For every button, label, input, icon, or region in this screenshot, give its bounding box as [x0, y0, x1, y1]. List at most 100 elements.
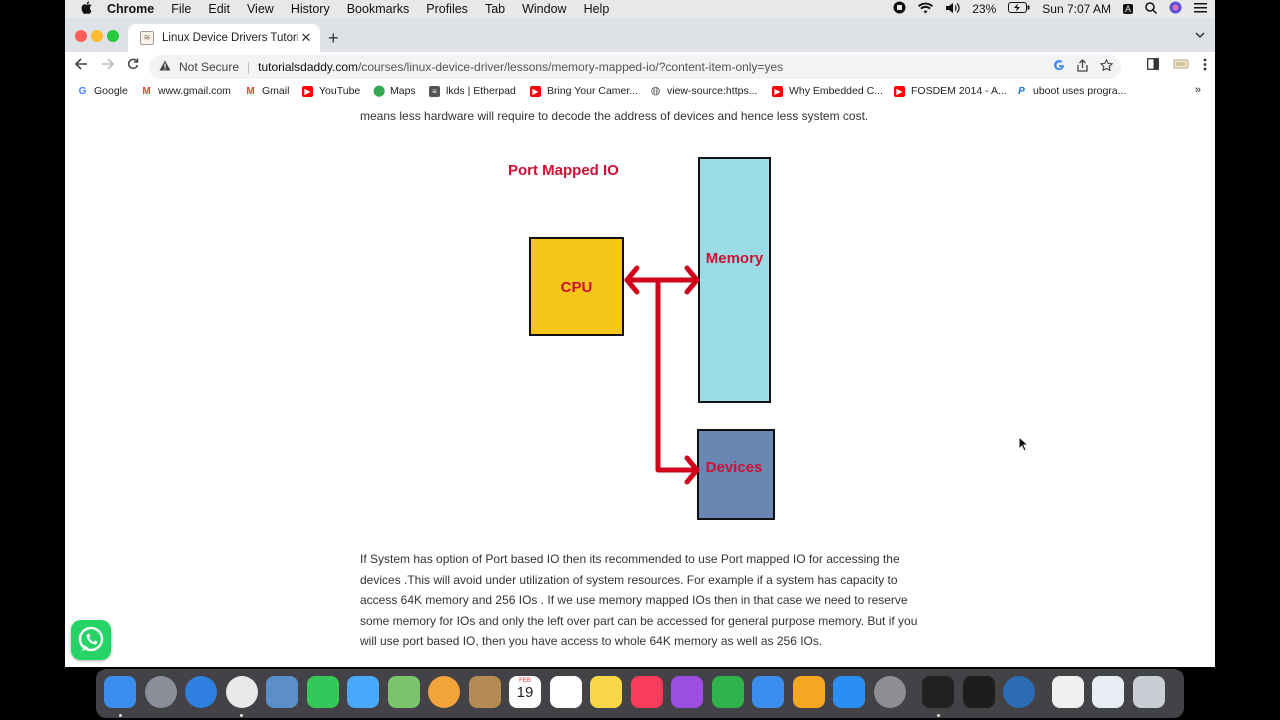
messages-icon[interactable]	[347, 676, 379, 708]
music-icon[interactable]	[630, 676, 663, 708]
bookmark-fosdem[interactable]: ▶ FOSDEM 2014 - A...	[894, 85, 1007, 97]
contacts-icon[interactable]	[468, 676, 501, 708]
whatsapp-icon	[78, 626, 104, 652]
volume-icon[interactable]	[945, 2, 960, 17]
finder-icon[interactable]	[104, 676, 136, 708]
security-label[interactable]: Not Secure	[179, 60, 239, 74]
port-mapped-io-diagram: Port Mapped IO CPU Memory Devices	[508, 157, 775, 520]
share-icon[interactable]	[1077, 59, 1088, 75]
menu-edit[interactable]: Edit	[208, 2, 230, 16]
siri-icon[interactable]	[1169, 1, 1182, 17]
not-secure-warning-icon[interactable]	[159, 60, 171, 74]
devices-label: Devices	[706, 459, 763, 476]
apple-menu-icon[interactable]	[79, 1, 93, 17]
bookmark-youtube[interactable]: ▶ YouTube	[302, 85, 360, 97]
menu-bookmarks[interactable]: Bookmarks	[347, 2, 410, 16]
reminders-icon[interactable]	[549, 676, 582, 708]
stop-recording-icon[interactable]	[893, 1, 906, 17]
bookmark-why-embedded-c[interactable]: ▶ Why Embedded C...	[772, 85, 883, 97]
menu-history[interactable]: History	[291, 2, 330, 16]
youtube-icon: ▶	[772, 85, 783, 97]
menu-window[interactable]: Window	[522, 2, 566, 16]
new-tab-button[interactable]: +	[328, 28, 339, 49]
photos-icon[interactable]	[428, 676, 460, 708]
window-close-button[interactable]	[75, 30, 87, 42]
bookmark-label: view-source:https...	[667, 85, 758, 97]
spotlight-search-icon[interactable]	[1145, 1, 1158, 17]
menubar-clock[interactable]: Sun 7:07 AM	[1042, 2, 1111, 16]
screenshot-icon[interactable]	[1092, 676, 1124, 708]
window-zoom-button[interactable]	[107, 30, 119, 42]
google-translate-icon[interactable]	[1053, 59, 1065, 75]
podcasts-icon[interactable]	[671, 676, 703, 708]
url-host: tutorialsdaddy.com	[258, 60, 358, 74]
youtube-icon: ▶	[302, 85, 313, 97]
tab-active[interactable]: ≋ Linux Device Drivers Tutorials ✕	[128, 24, 320, 52]
bookmark-etherpad[interactable]: ≡ lkds | Etherpad	[429, 85, 516, 97]
bookmark-label: YouTube	[319, 85, 361, 97]
forward-arrow-icon[interactable]	[97, 57, 117, 75]
url-separator: |	[247, 60, 251, 74]
battery-percent[interactable]: 23%	[972, 2, 996, 16]
control-center-icon[interactable]	[1194, 2, 1207, 16]
bookmark-uboot[interactable]: P uboot uses progra...	[1016, 85, 1126, 97]
extension-icon[interactable]	[1173, 58, 1189, 74]
terminal-icon[interactable]	[922, 676, 954, 708]
calendar-icon[interactable]: FEB 19	[509, 676, 541, 708]
maps-icon[interactable]	[387, 676, 420, 708]
window-minimize-button[interactable]	[91, 30, 103, 42]
activity-monitor-icon[interactable]	[962, 676, 995, 708]
bookmark-label: uboot uses progra...	[1033, 85, 1127, 97]
google-icon: G	[77, 85, 88, 97]
whatsapp-chat-button[interactable]	[71, 620, 111, 660]
app-store-icon[interactable]	[833, 676, 865, 708]
mouse-cursor-icon	[1018, 436, 1030, 452]
paypal-icon: P	[1016, 85, 1027, 97]
bookmark-bring-your-camera[interactable]: ▶ Bring Your Camer...	[530, 85, 638, 97]
menu-help[interactable]: Help	[584, 2, 610, 16]
input-source-icon[interactable]: A	[1122, 4, 1133, 14]
bookmark-label: Google	[94, 85, 128, 97]
side-panel-icon[interactable]	[1147, 58, 1159, 74]
bookmark-label: www.gmail.com	[158, 85, 231, 97]
bookmarks-overflow-button[interactable]: »	[1195, 84, 1201, 96]
notes-icon[interactable]	[590, 676, 622, 708]
back-arrow-icon[interactable]	[71, 57, 91, 75]
facetime-icon[interactable]	[306, 676, 339, 708]
wifi-icon[interactable]	[918, 2, 934, 17]
menu-view[interactable]: View	[247, 2, 274, 16]
safari-icon[interactable]	[185, 676, 217, 708]
bookmark-label: Maps	[390, 85, 416, 97]
preview-icon[interactable]	[266, 676, 298, 708]
menu-profiles[interactable]: Profiles	[426, 2, 468, 16]
tab-close-icon[interactable]: ✕	[298, 30, 314, 46]
maps-pin-icon: ⬤	[373, 84, 386, 97]
battery-charging-icon[interactable]	[1008, 2, 1030, 16]
chrome-menu-icon[interactable]	[1203, 58, 1207, 74]
bookmark-view-source[interactable]: ◍ view-source:https...	[650, 85, 757, 97]
numbers-icon[interactable]	[711, 676, 744, 708]
launchpad-icon[interactable]	[144, 676, 177, 708]
tab-search-chevron-icon[interactable]	[1195, 30, 1205, 42]
reload-icon[interactable]	[123, 57, 143, 75]
trash-icon[interactable]	[1132, 676, 1165, 708]
chrome-icon[interactable]	[225, 676, 258, 708]
bookmark-google[interactable]: G Google	[77, 85, 128, 97]
bookmark-gmail[interactable]: M Gmail	[245, 85, 289, 97]
address-bar[interactable]: Not Secure | tutorialsdaddy.com/courses/…	[149, 55, 1121, 79]
menu-file[interactable]: File	[171, 2, 191, 16]
bookmark-star-icon[interactable]	[1099, 58, 1114, 75]
menu-app-name[interactable]: Chrome	[107, 2, 154, 16]
bookmark-www-gmail[interactable]: M www.gmail.com	[141, 85, 231, 97]
bookmark-maps[interactable]: ⬤ Maps	[373, 85, 416, 97]
running-indicator	[240, 714, 243, 717]
running-indicator	[936, 714, 940, 717]
quicktime-icon[interactable]	[1003, 676, 1035, 708]
paragraph-bottom: If System has option of Port based IO th…	[360, 552, 918, 648]
menu-tab[interactable]: Tab	[485, 2, 505, 16]
system-preferences-icon[interactable]	[873, 676, 906, 708]
cpu-label: CPU	[561, 279, 593, 296]
document-icon[interactable]	[1051, 676, 1084, 708]
pages-icon[interactable]	[792, 676, 825, 708]
keynote-icon[interactable]	[752, 676, 784, 708]
